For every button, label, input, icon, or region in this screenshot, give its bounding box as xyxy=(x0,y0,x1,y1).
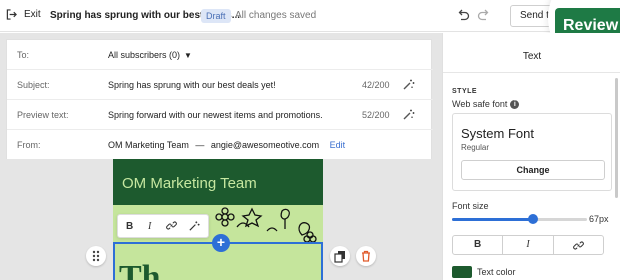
from-value: OM Marketing Team — angie@awesomeotive.c… xyxy=(108,140,345,150)
undo-icon xyxy=(458,9,470,21)
undo-button[interactable] xyxy=(456,8,470,25)
font-selector-card: System Font Regular Change xyxy=(452,113,612,191)
preview-input[interactable]: Spring forward with our newest items and… xyxy=(108,110,323,120)
text-color-label: Text color xyxy=(477,267,516,277)
bold-button[interactable]: B xyxy=(126,221,133,232)
panel-italic-button[interactable]: I xyxy=(503,236,554,254)
panel-scrollbar[interactable] xyxy=(615,78,618,198)
caret-down-icon: ▼ xyxy=(184,51,192,60)
top-bar: Exit Spring has sprung with our best dea… xyxy=(0,0,620,32)
from-email: angie@awesomeotive.com xyxy=(210,140,320,150)
trash-icon xyxy=(362,250,370,262)
font-weight: Regular xyxy=(461,143,490,152)
panel-title: Text xyxy=(443,33,620,73)
font-size-slider[interactable] xyxy=(452,214,587,224)
drag-dots-icon xyxy=(92,250,100,262)
exit-label: Exit xyxy=(24,9,41,20)
to-value: All subscribers (0) xyxy=(108,50,181,60)
text-properties-panel: Text STYLE Web safe font i System Font R… xyxy=(442,33,620,280)
info-icon[interactable]: i xyxy=(510,99,520,109)
exit-button[interactable]: Exit xyxy=(6,9,41,20)
from-label: From: xyxy=(17,140,41,150)
redo-button[interactable] xyxy=(477,8,491,25)
to-row: To: All subscribers (0) ▼ xyxy=(7,40,433,70)
email-header-block[interactable]: OM Marketing Team xyxy=(113,159,323,205)
email-header-text: OM Marketing Team xyxy=(122,175,257,192)
edit-from-link[interactable]: Edit xyxy=(330,140,346,150)
from-name: OM Marketing Team xyxy=(108,140,189,150)
plus-icon: + xyxy=(216,234,226,250)
email-settings-card: To: All subscribers (0) ▼ Subject: Spring… xyxy=(6,39,433,160)
style-heading: STYLE xyxy=(452,88,478,95)
magic-wand-icon[interactable] xyxy=(402,78,415,94)
magic-wand-icon[interactable] xyxy=(402,108,415,124)
preview-char-count: 52/200 xyxy=(362,110,390,120)
exit-icon xyxy=(6,9,17,20)
duplicate-icon xyxy=(334,251,345,263)
text-color-swatch[interactable] xyxy=(452,266,472,278)
add-block-button[interactable]: + xyxy=(212,234,230,252)
text-format-group: B I xyxy=(452,235,604,255)
to-label: To: xyxy=(17,50,30,60)
email-headline-text[interactable]: Th xyxy=(119,258,319,280)
subject-char-count: 42/200 xyxy=(362,80,390,90)
from-row: From: OM Marketing Team — angie@awesomeo… xyxy=(7,130,433,160)
font-name: System Font xyxy=(461,126,534,141)
duplicate-block-button[interactable] xyxy=(330,246,350,266)
subject-row: Subject: Spring has sprung with our best… xyxy=(7,70,433,100)
preview-label: Preview text: xyxy=(17,110,69,120)
link-icon xyxy=(572,241,584,250)
preview-row: Preview text: Spring forward with our ne… xyxy=(7,100,433,130)
text-format-toolbar: B I xyxy=(117,214,209,238)
change-font-button[interactable]: Change xyxy=(461,160,605,180)
panel-bold-button[interactable]: B xyxy=(453,236,504,254)
panel-link-button[interactable] xyxy=(554,236,603,254)
link-button[interactable] xyxy=(166,220,177,234)
ai-wand-button[interactable] xyxy=(188,220,200,235)
save-status: All changes saved xyxy=(235,10,317,21)
italic-button[interactable]: I xyxy=(148,221,151,232)
font-size-value: 67px xyxy=(589,214,609,224)
from-separator: — xyxy=(195,140,205,150)
slider-thumb[interactable] xyxy=(528,214,538,224)
web-safe-font-label: Web safe font i xyxy=(452,99,520,109)
status-badge: Draft xyxy=(201,9,231,23)
font-label-text: Web safe font xyxy=(452,99,508,109)
font-size-label: Font size xyxy=(452,201,489,211)
redo-icon xyxy=(477,9,489,21)
subject-input[interactable]: Spring has sprung with our best deals ye… xyxy=(108,80,276,90)
to-select[interactable]: All subscribers (0) ▼ xyxy=(108,50,192,60)
magic-wand-icon xyxy=(189,221,200,231)
delete-block-button[interactable] xyxy=(356,246,376,266)
subject-label: Subject: xyxy=(17,80,50,90)
link-icon xyxy=(166,221,177,230)
slider-fill xyxy=(452,218,533,221)
drag-handle[interactable] xyxy=(86,246,106,266)
